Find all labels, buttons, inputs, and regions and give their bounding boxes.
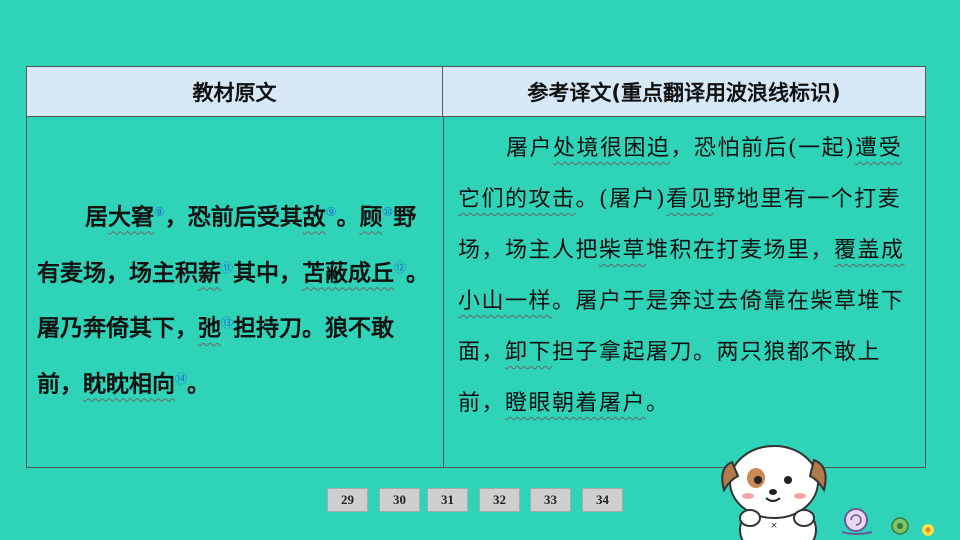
- small-snail-icon: [891, 517, 909, 535]
- note-number[interactable]: ⑬: [221, 316, 233, 330]
- original-text-cell: 居大窘⑧，恐前后受其敌⑨。顾⑩野有麦场，场主积薪⑪其中，苫蔽成丘⑫。屠乃奔倚其下…: [37, 204, 430, 398]
- page-link-33[interactable]: 33: [530, 488, 571, 512]
- page-link-34[interactable]: 34: [582, 488, 623, 512]
- annotated-word: 眈眈相向: [83, 371, 175, 398]
- svg-text:×: ×: [770, 521, 778, 531]
- translated-phrase: 瞪眼朝着屠户: [505, 391, 647, 416]
- translated-phrase: 卸下: [505, 340, 553, 365]
- note-number[interactable]: ⑨: [326, 205, 337, 219]
- page-link-31[interactable]: 31: [427, 488, 468, 512]
- snail-icon: [841, 508, 873, 535]
- annotated-word: 敌: [302, 204, 326, 231]
- note-number[interactable]: ⑫: [394, 261, 406, 275]
- header-original-text: 教材原文: [27, 67, 443, 117]
- page-link-30[interactable]: 30: [379, 488, 420, 512]
- translated-phrase: 柴草: [599, 238, 647, 263]
- note-number[interactable]: ⑧: [154, 205, 165, 219]
- annotated-word: 大窘: [108, 204, 154, 231]
- annotated-word: 顾: [359, 204, 383, 231]
- translated-phrase: 看见: [666, 187, 714, 212]
- page-link-29[interactable]: 29: [327, 488, 368, 512]
- translation-table: 教材原文 参考译文(重点翻译用波浪线标识) 居大窘⑧，恐前后受其敌⑨。顾⑩野有麦…: [26, 66, 926, 468]
- translated-phrase: 处境很困迫: [553, 136, 671, 161]
- note-number[interactable]: ⑭: [175, 372, 187, 386]
- flower-icon: [922, 524, 934, 536]
- header-translation: 参考译文(重点翻译用波浪线标识): [443, 67, 925, 117]
- puppy-icon: ×: [721, 445, 827, 540]
- annotated-word: 薪: [198, 260, 221, 287]
- puppy-mascot-illustration: ×: [721, 445, 934, 540]
- annotated-word: 弛: [198, 315, 221, 342]
- annotated-word: 苫蔽成丘: [302, 260, 395, 287]
- translation-cell: 屠户处境很困迫，恐怕前后(一起)遭受它们的攻击。(屠户)看见野地里有一个打麦场，…: [458, 136, 905, 416]
- page-link-32[interactable]: 32: [479, 488, 520, 512]
- note-number[interactable]: ⑪: [221, 261, 233, 275]
- note-number[interactable]: ⑩: [383, 205, 394, 219]
